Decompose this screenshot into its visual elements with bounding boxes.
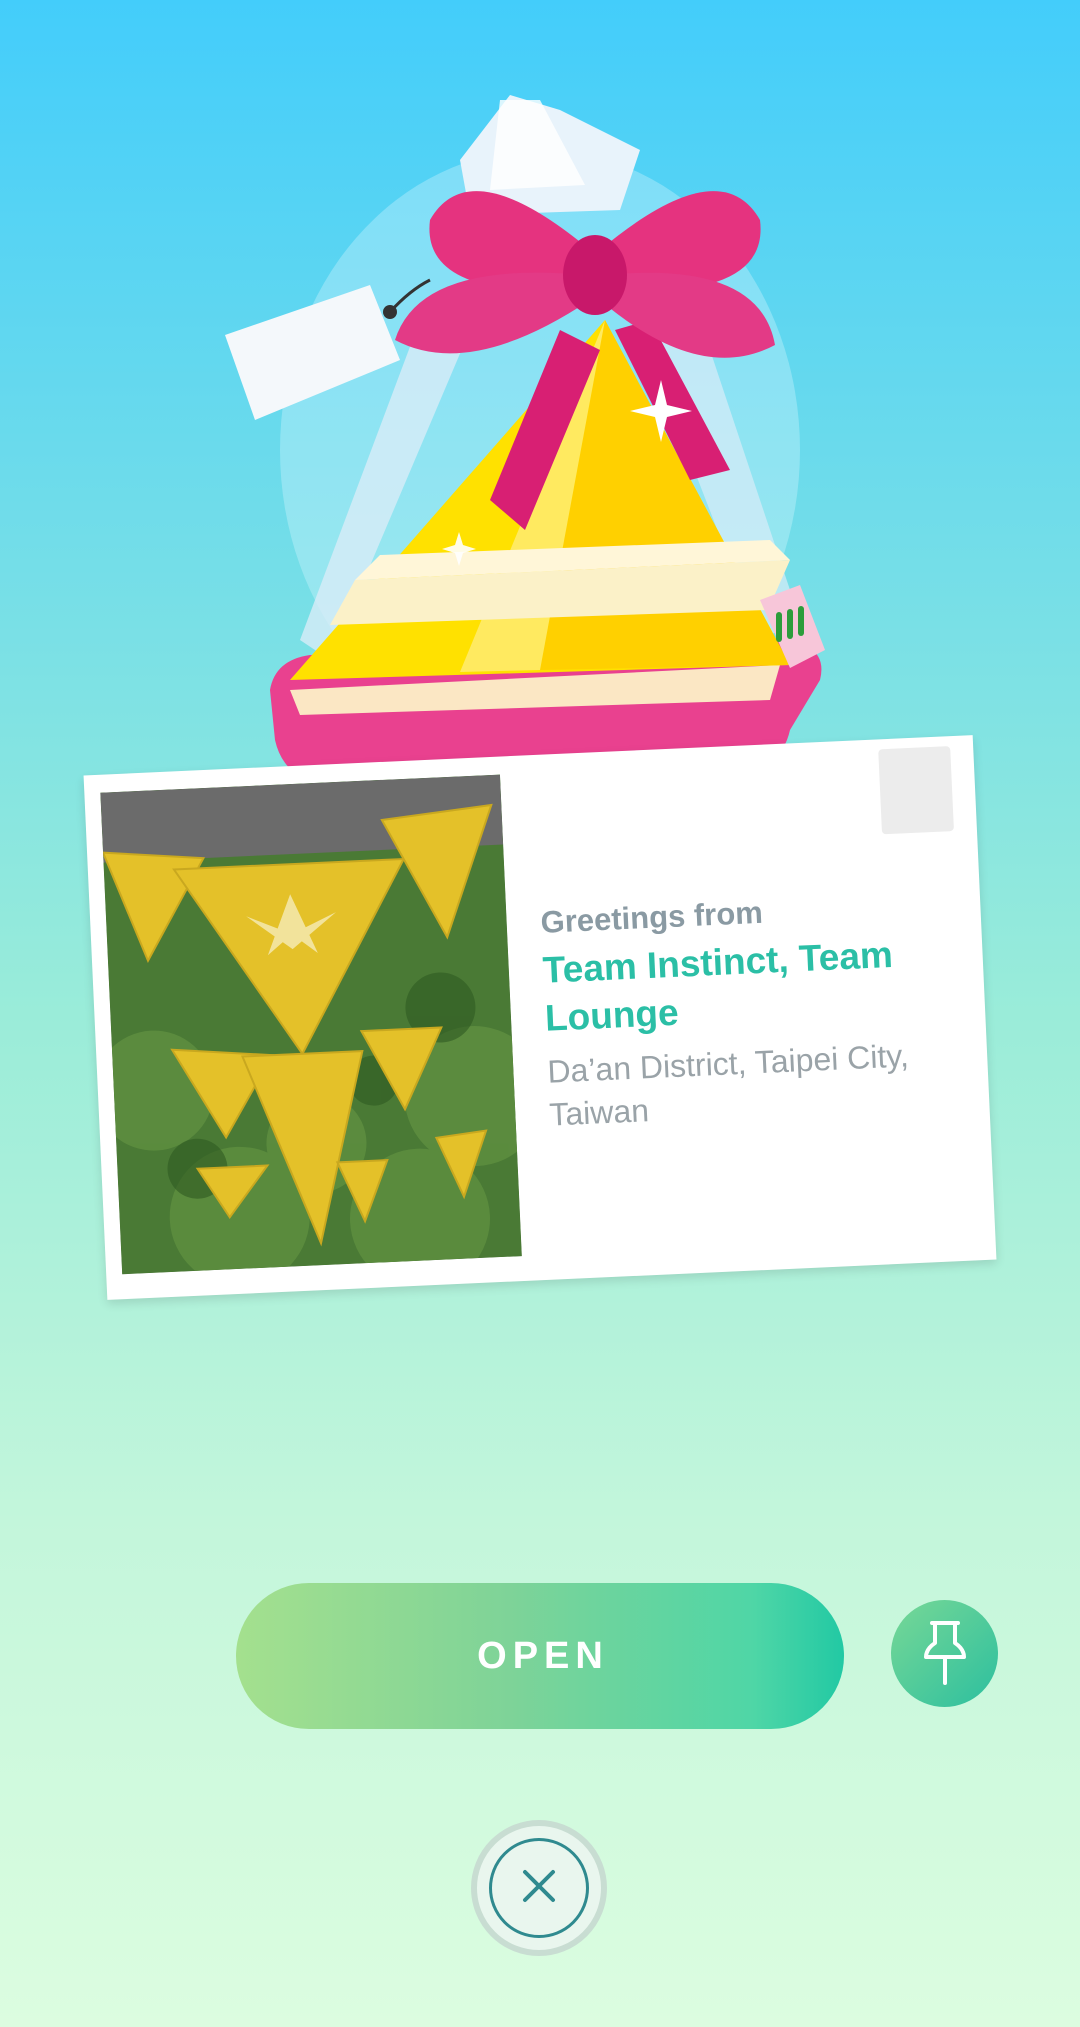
pin-icon xyxy=(920,1619,970,1689)
open-button[interactable]: OPEN xyxy=(236,1583,844,1729)
postcard[interactable]: Greetings from Team Instinct, Team Loung… xyxy=(83,735,997,1300)
close-button[interactable] xyxy=(471,1820,607,1956)
card-checkbox[interactable] xyxy=(878,746,954,835)
open-button-label: OPEN xyxy=(477,1634,609,1677)
close-icon xyxy=(521,1868,557,1908)
location-address: Da’an District, Taipei City, Taiwan xyxy=(546,1037,910,1134)
location-name: Team Instinct, Team Lounge xyxy=(541,933,894,1039)
pin-button[interactable] xyxy=(891,1600,998,1707)
team-instinct-banners-photo xyxy=(100,774,522,1275)
gift-icon xyxy=(0,0,1080,800)
